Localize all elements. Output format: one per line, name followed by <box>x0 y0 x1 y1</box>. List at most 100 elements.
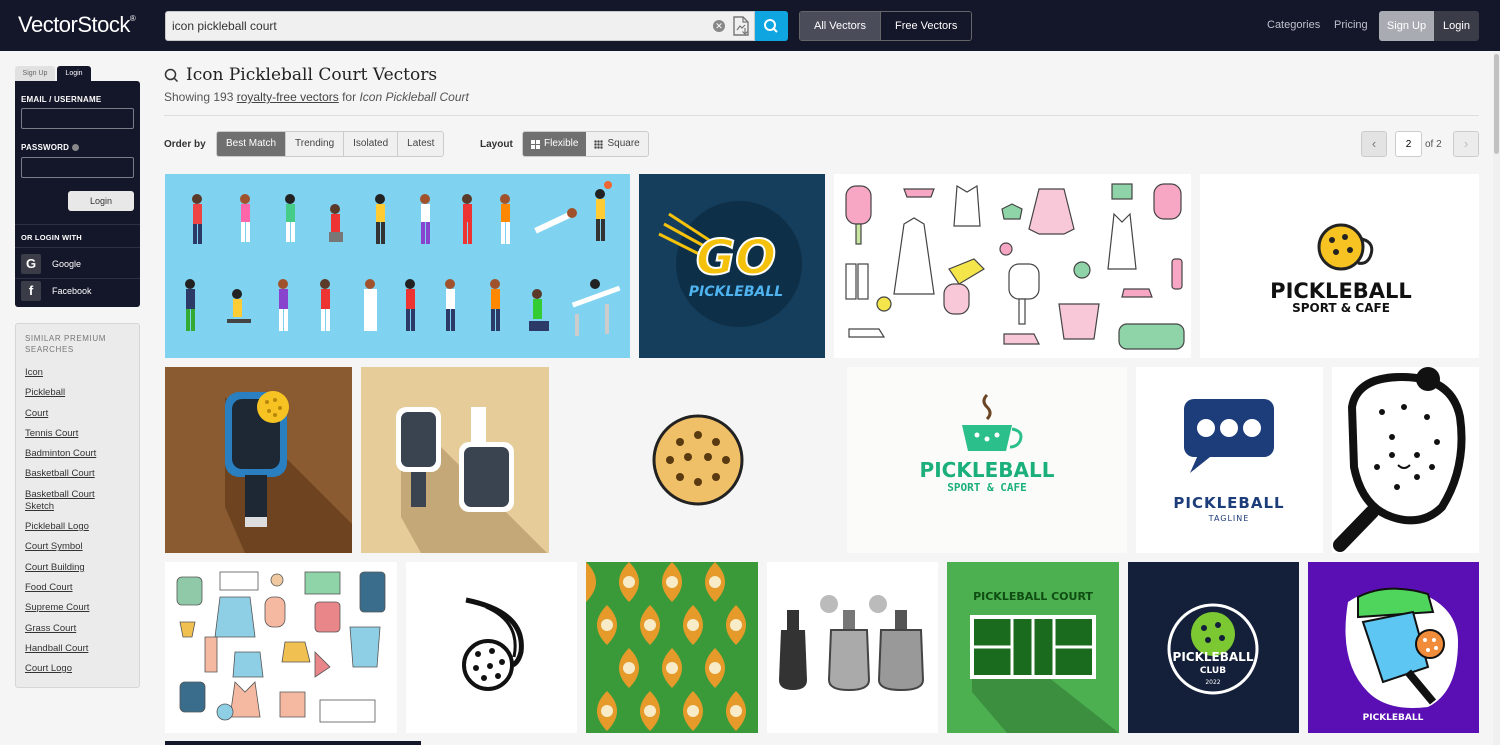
google-login-button[interactable]: G Google <box>21 254 81 274</box>
clear-search-icon[interactable]: ✕ <box>713 20 725 32</box>
similar-search-link[interactable]: Basketball Court Sketch <box>25 489 110 513</box>
two-paddles-icon <box>361 367 549 553</box>
thumb-pickleball-sport-cafe-1[interactable]: PICKLEBALL SPORT & CAFE <box>1200 174 1479 358</box>
svg-text:PICKLEBALL: PICKLEBALL <box>1270 279 1412 303</box>
thumb-pickleball-tagline[interactable]: PICKLEBALL TAGLINE <box>1136 367 1323 553</box>
thumb-paddle-face[interactable] <box>1332 367 1479 553</box>
page-count: of 2 <box>1425 139 1442 150</box>
facebook-label: Facebook <box>52 286 92 296</box>
divider <box>15 247 140 248</box>
svg-text:2022: 2022 <box>1205 679 1220 686</box>
similar-search-link[interactable]: Basketball Court <box>25 468 137 480</box>
page-title: Icon Pickleball Court Vectors <box>186 65 438 85</box>
similar-search-link[interactable]: Food Court <box>25 582 137 594</box>
search-button[interactable] <box>755 11 788 41</box>
sport-cafe-logo: PICKLEBALL SPORT & CAFE <box>1200 174 1479 358</box>
thumb-sports-items-set[interactable] <box>165 562 397 733</box>
login-button[interactable]: Login <box>1434 11 1479 41</box>
ball-pattern <box>586 562 758 733</box>
thumb-three-paddles[interactable] <box>767 562 938 733</box>
categories-link[interactable]: Categories <box>1267 19 1320 31</box>
thumb-pickleball-sport-cafe-2[interactable]: PICKLEBALL SPORT & CAFE <box>847 367 1127 553</box>
paddle-face-icon <box>1332 367 1479 553</box>
thumb-pickleball-court[interactable]: PICKLEBALL COURT <box>947 562 1119 733</box>
similar-search-link[interactable]: Pickleball <box>25 387 137 399</box>
thumb-pickleball-ball[interactable] <box>558 367 838 553</box>
email-field[interactable] <box>21 108 134 129</box>
layout-flexible[interactable]: Flexible <box>523 132 587 156</box>
divider <box>164 115 1479 116</box>
go-pickleball-logo: GO PICKLEBALL <box>639 174 825 358</box>
thumb-pickleball-club[interactable]: PICKLEBALL CLUB 2022 <box>1128 562 1299 733</box>
all-vectors-button[interactable]: All Vectors <box>800 12 880 40</box>
similar-search-link[interactable]: Court <box>25 408 137 420</box>
google-label: Google <box>52 259 82 269</box>
tab-sign-up[interactable]: Sign Up <box>15 66 55 81</box>
ball-icon <box>558 367 838 553</box>
help-icon[interactable] <box>71 144 79 152</box>
similar-searches-panel: SIMILAR PREMIUM SEARCHES Icon Pickleball… <box>15 323 140 688</box>
free-vectors-button[interactable]: Free Vectors <box>879 12 972 40</box>
svg-text:PICKLEBALL: PICKLEBALL <box>1173 650 1254 664</box>
svg-text:PICKLEBALL: PICKLEBALL <box>1173 494 1284 512</box>
previous-page-button[interactable]: ‹ <box>1361 131 1387 157</box>
similar-search-link[interactable]: Icon <box>25 367 137 379</box>
thumb-ball-pattern[interactable] <box>586 562 758 733</box>
svg-text:PICKLEBALL: PICKLEBALL <box>920 458 1055 482</box>
similar-search-link[interactable]: Pickleball Logo <box>25 521 137 533</box>
search-input[interactable] <box>172 16 702 36</box>
layout-control: Flexible Square <box>522 131 649 157</box>
password-label: PASSWORD <box>21 143 70 152</box>
similar-search-link[interactable]: Court Building <box>25 562 137 574</box>
order-trending[interactable]: Trending <box>285 132 343 156</box>
login-submit-button[interactable]: Login <box>68 191 134 211</box>
vectorstock-logo[interactable]: VectorStock® <box>18 12 136 38</box>
club-badge-logo: PICKLEBALL CLUB 2022 <box>1128 562 1299 733</box>
royalty-free-link[interactable]: royalty-free vectors <box>237 90 339 104</box>
similar-search-link[interactable]: Grass Court <box>25 623 137 635</box>
or-login-with-label: OR LOGIN WITH <box>21 233 82 242</box>
page-number-input[interactable] <box>1395 131 1422 157</box>
thumb-pickleball-outfits[interactable] <box>834 174 1191 358</box>
pricing-link[interactable]: Pricing <box>1334 19 1368 31</box>
athletes-illustration <box>165 174 630 358</box>
next-row-thumbnail[interactable] <box>165 741 421 745</box>
layout-square[interactable]: Square <box>586 132 647 156</box>
thumb-two-paddles-beige[interactable] <box>361 367 549 553</box>
svg-text:PICKLEBALL COURT: PICKLEBALL COURT <box>973 590 1093 603</box>
scrollbar-thumb[interactable] <box>1494 54 1499 154</box>
court-icon: PICKLEBALL COURT <box>947 562 1119 733</box>
image-search-icon[interactable] <box>732 16 750 36</box>
sign-up-button[interactable]: Sign Up <box>1379 11 1434 41</box>
top-navigation-bar: VectorStock® ✕ All Vectors Free Vectors … <box>0 0 1500 51</box>
similar-search-link[interactable]: Court Symbol <box>25 541 137 553</box>
thumb-athletes-isometric[interactable] <box>165 174 630 358</box>
order-best-match[interactable]: Best Match <box>217 132 286 156</box>
similar-search-link[interactable]: Tennis Court <box>25 428 137 440</box>
sports-items-illustration <box>165 562 397 733</box>
vector-type-filter: All Vectors Free Vectors <box>799 11 973 41</box>
divider <box>15 278 140 279</box>
grid-icon <box>531 139 540 149</box>
thumb-go-pickleball[interactable]: GO PICKLEBALL <box>639 174 825 358</box>
password-field[interactable] <box>21 157 134 178</box>
order-latest[interactable]: Latest <box>397 132 443 156</box>
order-by-label: Order by <box>164 139 206 150</box>
ball-motion-icon <box>406 562 577 733</box>
cafe-cup-logo: PICKLEBALL SPORT & CAFE <box>847 367 1127 553</box>
order-isolated[interactable]: Isolated <box>343 132 397 156</box>
facebook-login-button[interactable]: f Facebook <box>21 281 92 301</box>
thumb-ball-motion[interactable] <box>406 562 577 733</box>
similar-search-link[interactable]: Badminton Court <box>25 448 137 460</box>
thumb-paddle-brown[interactable] <box>165 367 352 553</box>
similar-search-link[interactable]: Supreme Court <box>25 602 137 614</box>
login-panel: EMAIL / USERNAME PASSWORD Login OR LOGIN… <box>15 81 140 307</box>
layout-label: Layout <box>480 139 513 150</box>
similar-search-link[interactable]: Handball Court <box>25 643 137 655</box>
thumb-pickleball-purple[interactable]: PICKLEBALL <box>1308 562 1479 733</box>
next-page-button[interactable]: › <box>1453 131 1479 157</box>
tab-login[interactable]: Login <box>57 66 91 81</box>
page-scrollbar[interactable] <box>1493 51 1500 745</box>
facebook-icon: f <box>21 281 41 301</box>
similar-search-link[interactable]: Court Logo <box>25 663 137 675</box>
